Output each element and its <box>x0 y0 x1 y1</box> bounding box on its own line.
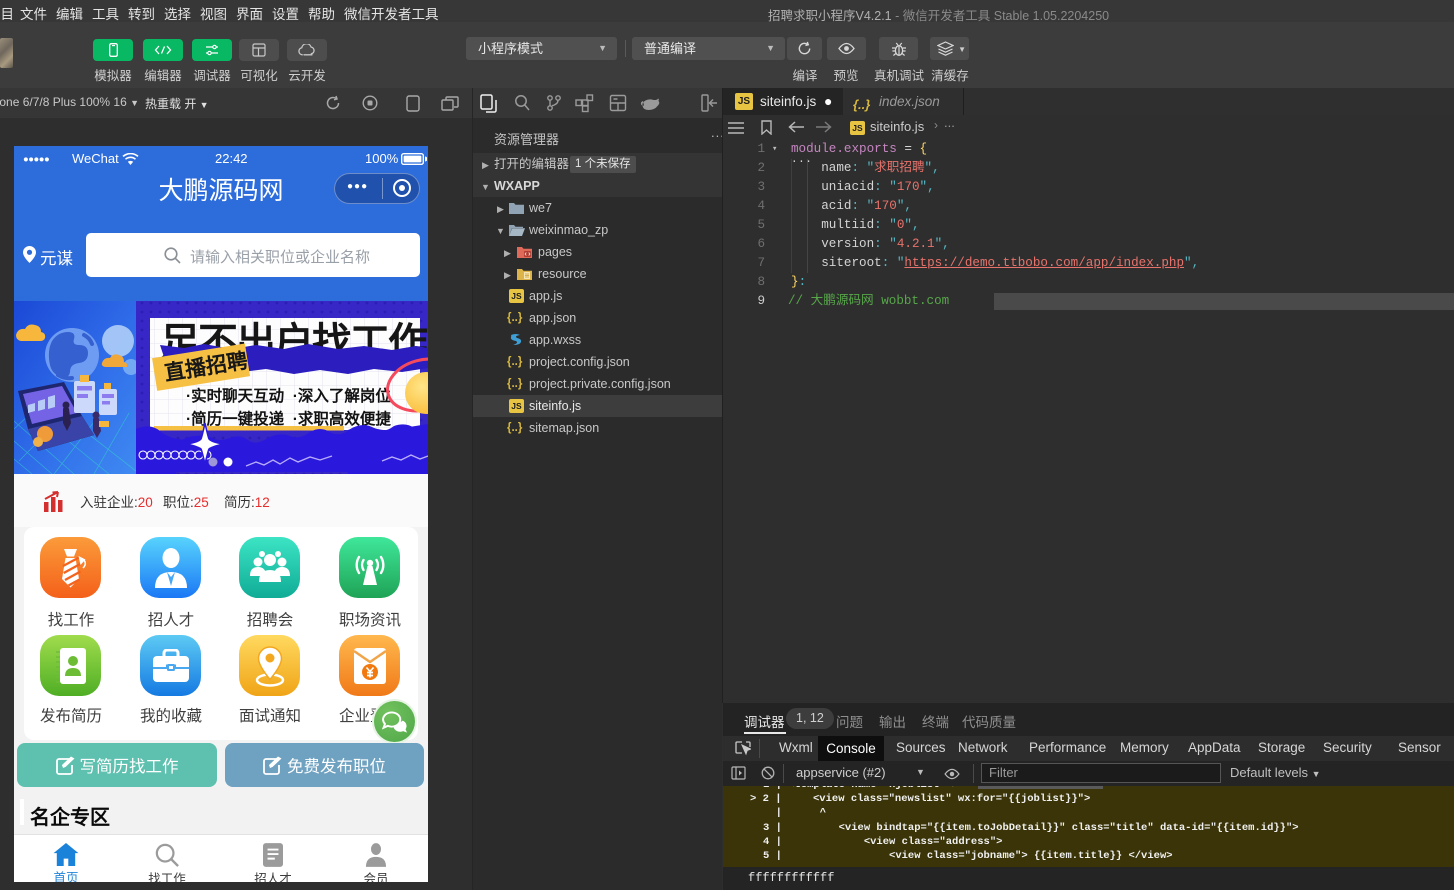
svg-text:·简历一键投递 ·求职高效便捷: ·简历一键投递 ·求职高效便捷 <box>186 409 391 428</box>
svg-text:·实时聊天互动 ·深入了解岗位: ·实时聊天互动 ·深入了解岗位 <box>186 386 391 405</box>
